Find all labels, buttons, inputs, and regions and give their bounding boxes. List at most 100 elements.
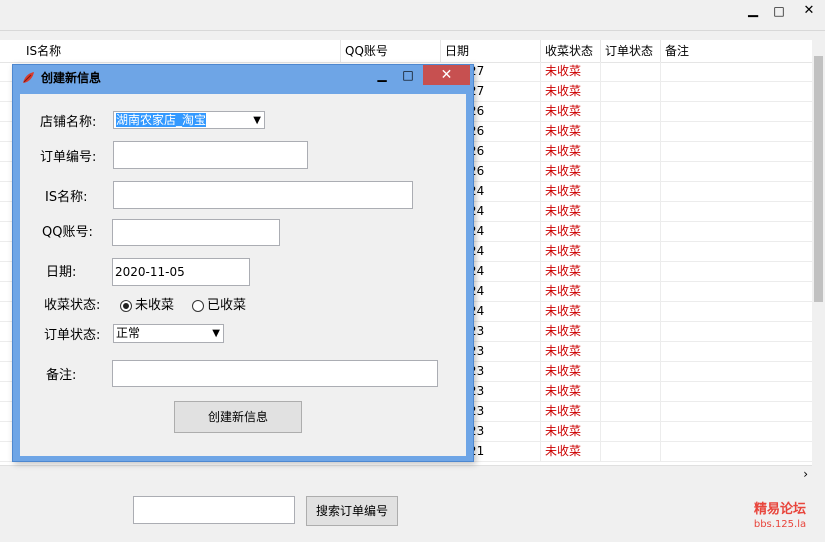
shop-label: 店铺名称: <box>40 115 97 130</box>
is-name-label: IS名称: <box>45 190 88 205</box>
radio-uncollected-label[interactable]: 未收菜 <box>135 298 174 314</box>
row-note <box>661 102 812 122</box>
row-note <box>661 302 812 322</box>
row-order-status <box>601 162 661 182</box>
row-note <box>661 262 812 282</box>
row-order-status <box>601 102 661 122</box>
row-order-status <box>601 302 661 322</box>
date-input[interactable]: 2020-11-05 <box>112 258 250 286</box>
row-note <box>661 62 812 82</box>
close-button[interactable]: ✕ <box>793 0 825 24</box>
row-collect-status: 未收菜 <box>541 362 601 382</box>
row-collect-status: 未收菜 <box>541 282 601 302</box>
vertical-scrollbar[interactable] <box>812 40 825 465</box>
order-status-select[interactable]: 正常 ▼ <box>113 324 224 343</box>
radio-collected[interactable] <box>192 300 204 312</box>
row-order-status <box>601 202 661 222</box>
row-note <box>661 162 812 182</box>
dialog-body: 店铺名称: 湖南农家店_淘宝 ▼ 订单编号: IS名称: QQ账号: 日期: 2… <box>20 94 466 456</box>
row-order-status <box>601 362 661 382</box>
date-label: 日期: <box>46 265 77 280</box>
watermark-title: 精易论坛 <box>753 502 806 517</box>
maximize-button[interactable]: □ <box>768 0 790 24</box>
chevron-down-icon: ▼ <box>253 115 261 126</box>
row-collect-status: 未收菜 <box>541 122 601 142</box>
shop-select[interactable]: 湖南农家店_淘宝 ▼ <box>113 111 265 129</box>
row-order-status <box>601 382 661 402</box>
order-no-input[interactable] <box>113 141 308 169</box>
row-order-status <box>601 262 661 282</box>
scrollbar-corner <box>812 465 825 482</box>
row-note <box>661 382 812 402</box>
row-note <box>661 142 812 162</box>
header-collect-status[interactable]: 收菜状态 <box>541 40 601 62</box>
row-order-status <box>601 282 661 302</box>
row-note <box>661 282 812 302</box>
header-order-status[interactable]: 订单状态 <box>601 40 661 62</box>
app-icon <box>23 72 34 83</box>
dialog-title-bar[interactable]: 创建新信息 ▁ □ ✕ <box>13 65 473 91</box>
header-note[interactable]: 备注 <box>661 40 812 62</box>
row-note <box>661 362 812 382</box>
row-collect-status: 未收菜 <box>541 442 601 462</box>
row-order-status <box>601 342 661 362</box>
dialog-maximize-button[interactable]: □ <box>395 65 421 85</box>
header-date[interactable]: 日期 <box>441 40 541 62</box>
qq-input[interactable] <box>112 219 280 246</box>
header-is-name[interactable]: IS名称 <box>22 40 341 62</box>
row-note <box>661 242 812 262</box>
order-no-label: 订单编号: <box>40 150 97 165</box>
row-collect-status: 未收菜 <box>541 402 601 422</box>
radio-uncollected[interactable] <box>120 300 132 312</box>
create-button[interactable]: 创建新信息 <box>174 401 302 433</box>
row-note <box>661 202 812 222</box>
row-collect-status: 未收菜 <box>541 342 601 362</box>
row-note <box>661 422 812 442</box>
search-input[interactable] <box>133 496 295 524</box>
horizontal-scrollbar[interactable]: › <box>0 465 812 483</box>
row-collect-status: 未收菜 <box>541 202 601 222</box>
row-collect-status: 未收菜 <box>541 242 601 262</box>
row-order-status <box>601 422 661 442</box>
row-order-status <box>601 122 661 142</box>
row-order-status <box>601 82 661 102</box>
row-collect-status: 未收菜 <box>541 62 601 82</box>
search-order-button[interactable]: 搜索订单编号 <box>306 496 398 526</box>
dialog-title: 创建新信息 <box>41 71 102 85</box>
row-note <box>661 342 812 362</box>
row-order-status <box>601 222 661 242</box>
row-note <box>661 442 812 462</box>
scroll-right-icon[interactable]: › <box>803 466 808 483</box>
header-qq[interactable]: QQ账号 <box>341 40 441 62</box>
row-collect-status: 未收菜 <box>541 302 601 322</box>
row-order-status <box>601 142 661 162</box>
scrollbar-thumb[interactable] <box>814 56 823 302</box>
row-collect-status: 未收菜 <box>541 142 601 162</box>
row-note <box>661 322 812 342</box>
row-order-status <box>601 62 661 82</box>
note-label: 备注: <box>46 368 77 383</box>
row-collect-status: 未收菜 <box>541 162 601 182</box>
order-status-value: 正常 <box>116 326 141 340</box>
row-collect-status: 未收菜 <box>541 382 601 402</box>
row-note <box>661 82 812 102</box>
radio-collected-label[interactable]: 已收菜 <box>207 298 246 314</box>
main-title-bar: ▁ □ ✕ <box>0 0 825 31</box>
minimize-button[interactable]: ▁ <box>742 0 764 24</box>
qq-label: QQ账号: <box>42 225 93 240</box>
watermark: 精易论坛 bbs.125.la <box>740 502 820 532</box>
dialog-close-button[interactable]: ✕ <box>423 65 470 85</box>
chevron-down-icon: ▼ <box>212 328 220 339</box>
bottom-bar <box>0 482 825 542</box>
row-collect-status: 未收菜 <box>541 262 601 282</box>
row-note <box>661 222 812 242</box>
radio-selected-dot <box>123 303 129 309</box>
order-status-label: 订单状态: <box>44 328 101 343</box>
row-collect-status: 未收菜 <box>541 422 601 442</box>
watermark-url: bbs.125.la <box>753 519 807 530</box>
note-input[interactable] <box>112 360 438 387</box>
row-note <box>661 122 812 142</box>
is-name-input[interactable] <box>113 181 413 209</box>
dialog-minimize-button[interactable]: ▁ <box>371 65 393 85</box>
row-order-status <box>601 182 661 202</box>
